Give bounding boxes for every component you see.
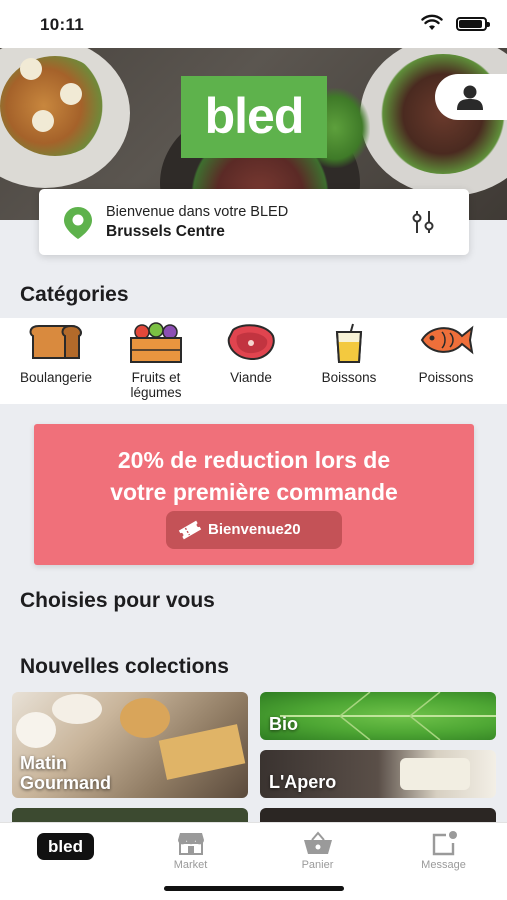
food-plate-image (360, 48, 507, 196)
location-city: Brussels Centre (106, 223, 225, 240)
category-label: Boissons (321, 370, 377, 385)
chosen-title: Choisies pour vous (20, 589, 215, 612)
user-icon (457, 85, 483, 110)
filter-sliders-icon[interactable] (410, 209, 436, 235)
collection-name: Bio (269, 714, 298, 734)
tab-label: Message (421, 859, 466, 871)
promo-code-button[interactable]: Bienvenue20 (166, 511, 342, 549)
fish-icon (420, 325, 474, 355)
tab-panier[interactable]: Panier (254, 823, 381, 883)
message-icon (432, 831, 457, 856)
status-bar: 10:11 (0, 0, 507, 48)
tab-message[interactable]: Message (380, 823, 507, 883)
tab-label: Panier (301, 859, 334, 871)
bread-icon (29, 324, 82, 359)
steak-icon (227, 324, 275, 361)
categories-title: Catégories (20, 283, 129, 306)
tab-home[interactable]: bled (0, 823, 127, 883)
profile-button[interactable] (435, 74, 507, 120)
basket-icon (303, 831, 332, 854)
category-label: Poissons (418, 370, 474, 385)
battery-icon (456, 17, 490, 31)
bled-logo: bled (181, 76, 327, 158)
tab-market[interactable]: Market (127, 823, 254, 883)
promo-text: 20% de reduction lors de votre première … (34, 444, 474, 508)
category-label: Viande (230, 370, 272, 385)
vegetable-crate-icon (130, 322, 182, 363)
collection-apero[interactable]: L'Apero (260, 750, 496, 798)
promo-banner[interactable]: 20% de reduction lors de votre première … (34, 424, 474, 565)
categories-row: Boulangerie Fruits et légumes Viande Boi… (0, 318, 507, 404)
promo-line-1: 20% de reduction lors de (117, 447, 391, 473)
promo-code: Bienvenue20 (208, 521, 301, 538)
welcome-text: Bienvenue dans votre BLED (106, 204, 289, 220)
collection-name: L'Apero (269, 772, 337, 792)
category-label: Boulangerie (19, 370, 93, 385)
food-plate-image (0, 48, 130, 188)
promo-line-2: votre première commande (110, 479, 398, 505)
status-time: 10:11 (40, 15, 85, 34)
collection-name: Matin Gourmand (20, 753, 112, 793)
ticket-icon (178, 520, 202, 540)
collection-bio[interactable]: Bio (260, 692, 496, 740)
location-card[interactable]: Bienvenue dans votre BLED Brussels Centr… (39, 189, 469, 255)
home-bled-badge: bled (37, 833, 94, 860)
drink-icon (335, 323, 363, 363)
market-icon (177, 833, 204, 855)
category-label: Fruits et légumes (130, 370, 182, 400)
collections-title: Nouvelles colections (20, 655, 229, 678)
collection-matin-gourmand[interactable]: Matin Gourmand (12, 692, 248, 798)
wifi-icon (421, 14, 443, 30)
home-indicator (164, 886, 344, 891)
location-pin-icon (64, 207, 92, 239)
tab-label: Market (173, 859, 208, 871)
